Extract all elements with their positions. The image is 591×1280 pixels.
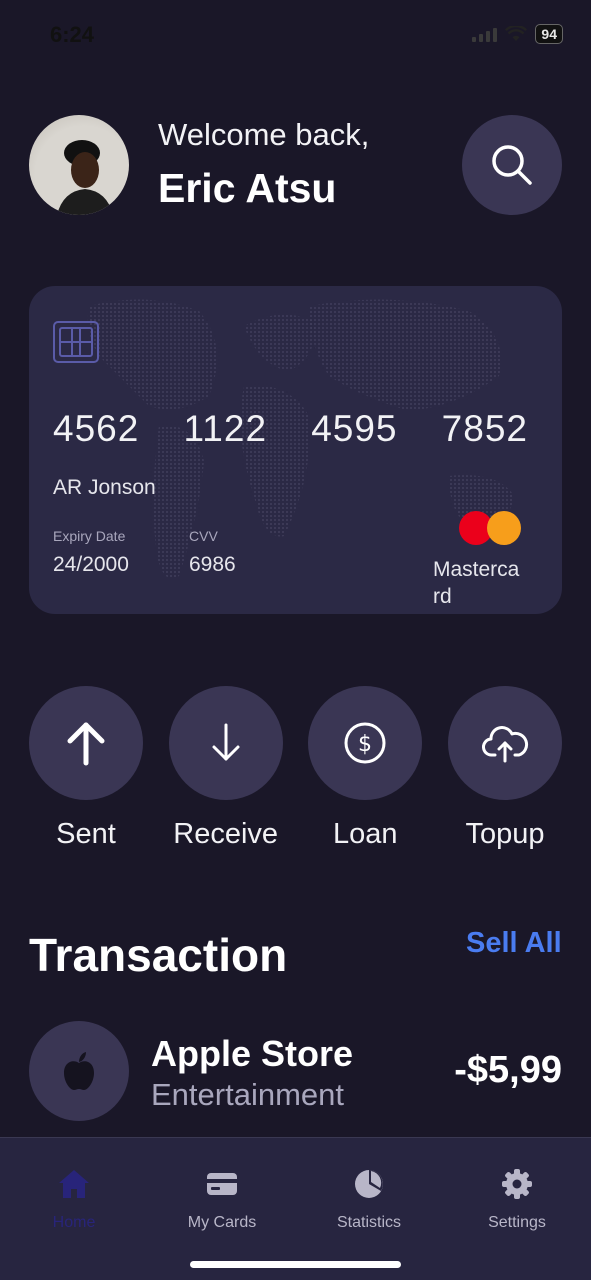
card-number-group: 1122 (183, 408, 268, 449)
user-name: Eric Atsu (158, 165, 337, 211)
transaction-name: Apple Store (151, 1033, 354, 1074)
nav-home[interactable]: Home (14, 1168, 134, 1232)
sent-label: Sent (56, 818, 116, 850)
svg-text:$: $ (358, 732, 372, 757)
home-indicator (190, 1261, 401, 1268)
home-icon (59, 1170, 89, 1198)
topup-label: Topup (465, 818, 545, 850)
card-number-group: 4595 (311, 408, 398, 449)
transaction-icon (29, 1021, 129, 1121)
status-time: 6:24 (50, 22, 95, 47)
nav-my-cards-label: My Cards (187, 1214, 257, 1231)
nav-statistics[interactable]: Statistics (309, 1168, 429, 1232)
search-button[interactable] (462, 115, 562, 215)
status-indicators: 94 (472, 24, 563, 44)
action-circle (447, 686, 562, 800)
receive-label: Receive (173, 818, 279, 850)
loan-label: Loan (333, 818, 398, 850)
battery-indicator: 94 (535, 24, 563, 44)
nav-my-cards[interactable]: My Cards (162, 1168, 282, 1232)
transaction-title: Transaction (29, 929, 288, 981)
expiry-value: 24/2000 (53, 553, 129, 576)
nav-statistics-label: Statistics (336, 1214, 401, 1231)
search-icon (492, 145, 532, 185)
nav-home-label: Home (52, 1214, 96, 1231)
transaction-amount: -$5,99 (454, 1049, 562, 1091)
see-all-link[interactable]: Sell All (466, 927, 562, 960)
card-number-group: 7852 (441, 408, 528, 449)
quick-actions: Sent Receive $ Loan Topup (29, 686, 562, 851)
action-circle (29, 686, 143, 800)
chip-icon (53, 321, 99, 363)
card-icon (207, 1173, 237, 1195)
mastercard-logo-icon (459, 511, 521, 545)
cloud-upload-icon (481, 726, 529, 763)
avatar-portrait (57, 140, 113, 215)
signal-icon (472, 26, 498, 42)
bank-card[interactable]: 4562 1122 4595 7852 AR Jonson Expiry Dat… (29, 286, 562, 614)
arrow-down-icon (212, 723, 240, 761)
expiry-label: Expiry Date (53, 528, 126, 544)
avatar[interactable] (29, 115, 129, 215)
action-circle (168, 686, 283, 800)
card-brand: Mastercard (433, 558, 520, 608)
cvv-label: CVV (189, 528, 218, 544)
transaction-category: Entertainment (151, 1077, 344, 1112)
action-circle: $ (308, 686, 423, 800)
arrow-up-icon (67, 722, 105, 766)
sent-button[interactable]: Sent (29, 686, 143, 851)
nav-settings[interactable]: Settings (457, 1168, 577, 1232)
receive-button[interactable]: Receive (168, 686, 283, 851)
cvv-value: 6986 (189, 553, 236, 576)
card-number-group: 4562 (53, 408, 140, 449)
welcome-text: Welcome back, (158, 117, 370, 152)
wifi-icon (505, 26, 528, 41)
nav-settings-label: Settings (488, 1214, 546, 1231)
gear-icon (502, 1169, 532, 1199)
card-holder-name: AR Jonson (53, 476, 156, 499)
topup-button[interactable]: Topup (447, 686, 562, 851)
apple-icon (64, 1052, 94, 1090)
loan-button[interactable]: $ Loan (308, 686, 423, 851)
dollar-icon: $ (344, 722, 386, 764)
card-number: 4562 1122 4595 7852 (53, 408, 528, 450)
pie-chart-icon (355, 1170, 383, 1198)
transaction-row[interactable]: Apple Store Entertainment -$5,99 (29, 1021, 562, 1121)
bottom-nav: Home My Cards Statistics Settings (0, 1137, 591, 1280)
